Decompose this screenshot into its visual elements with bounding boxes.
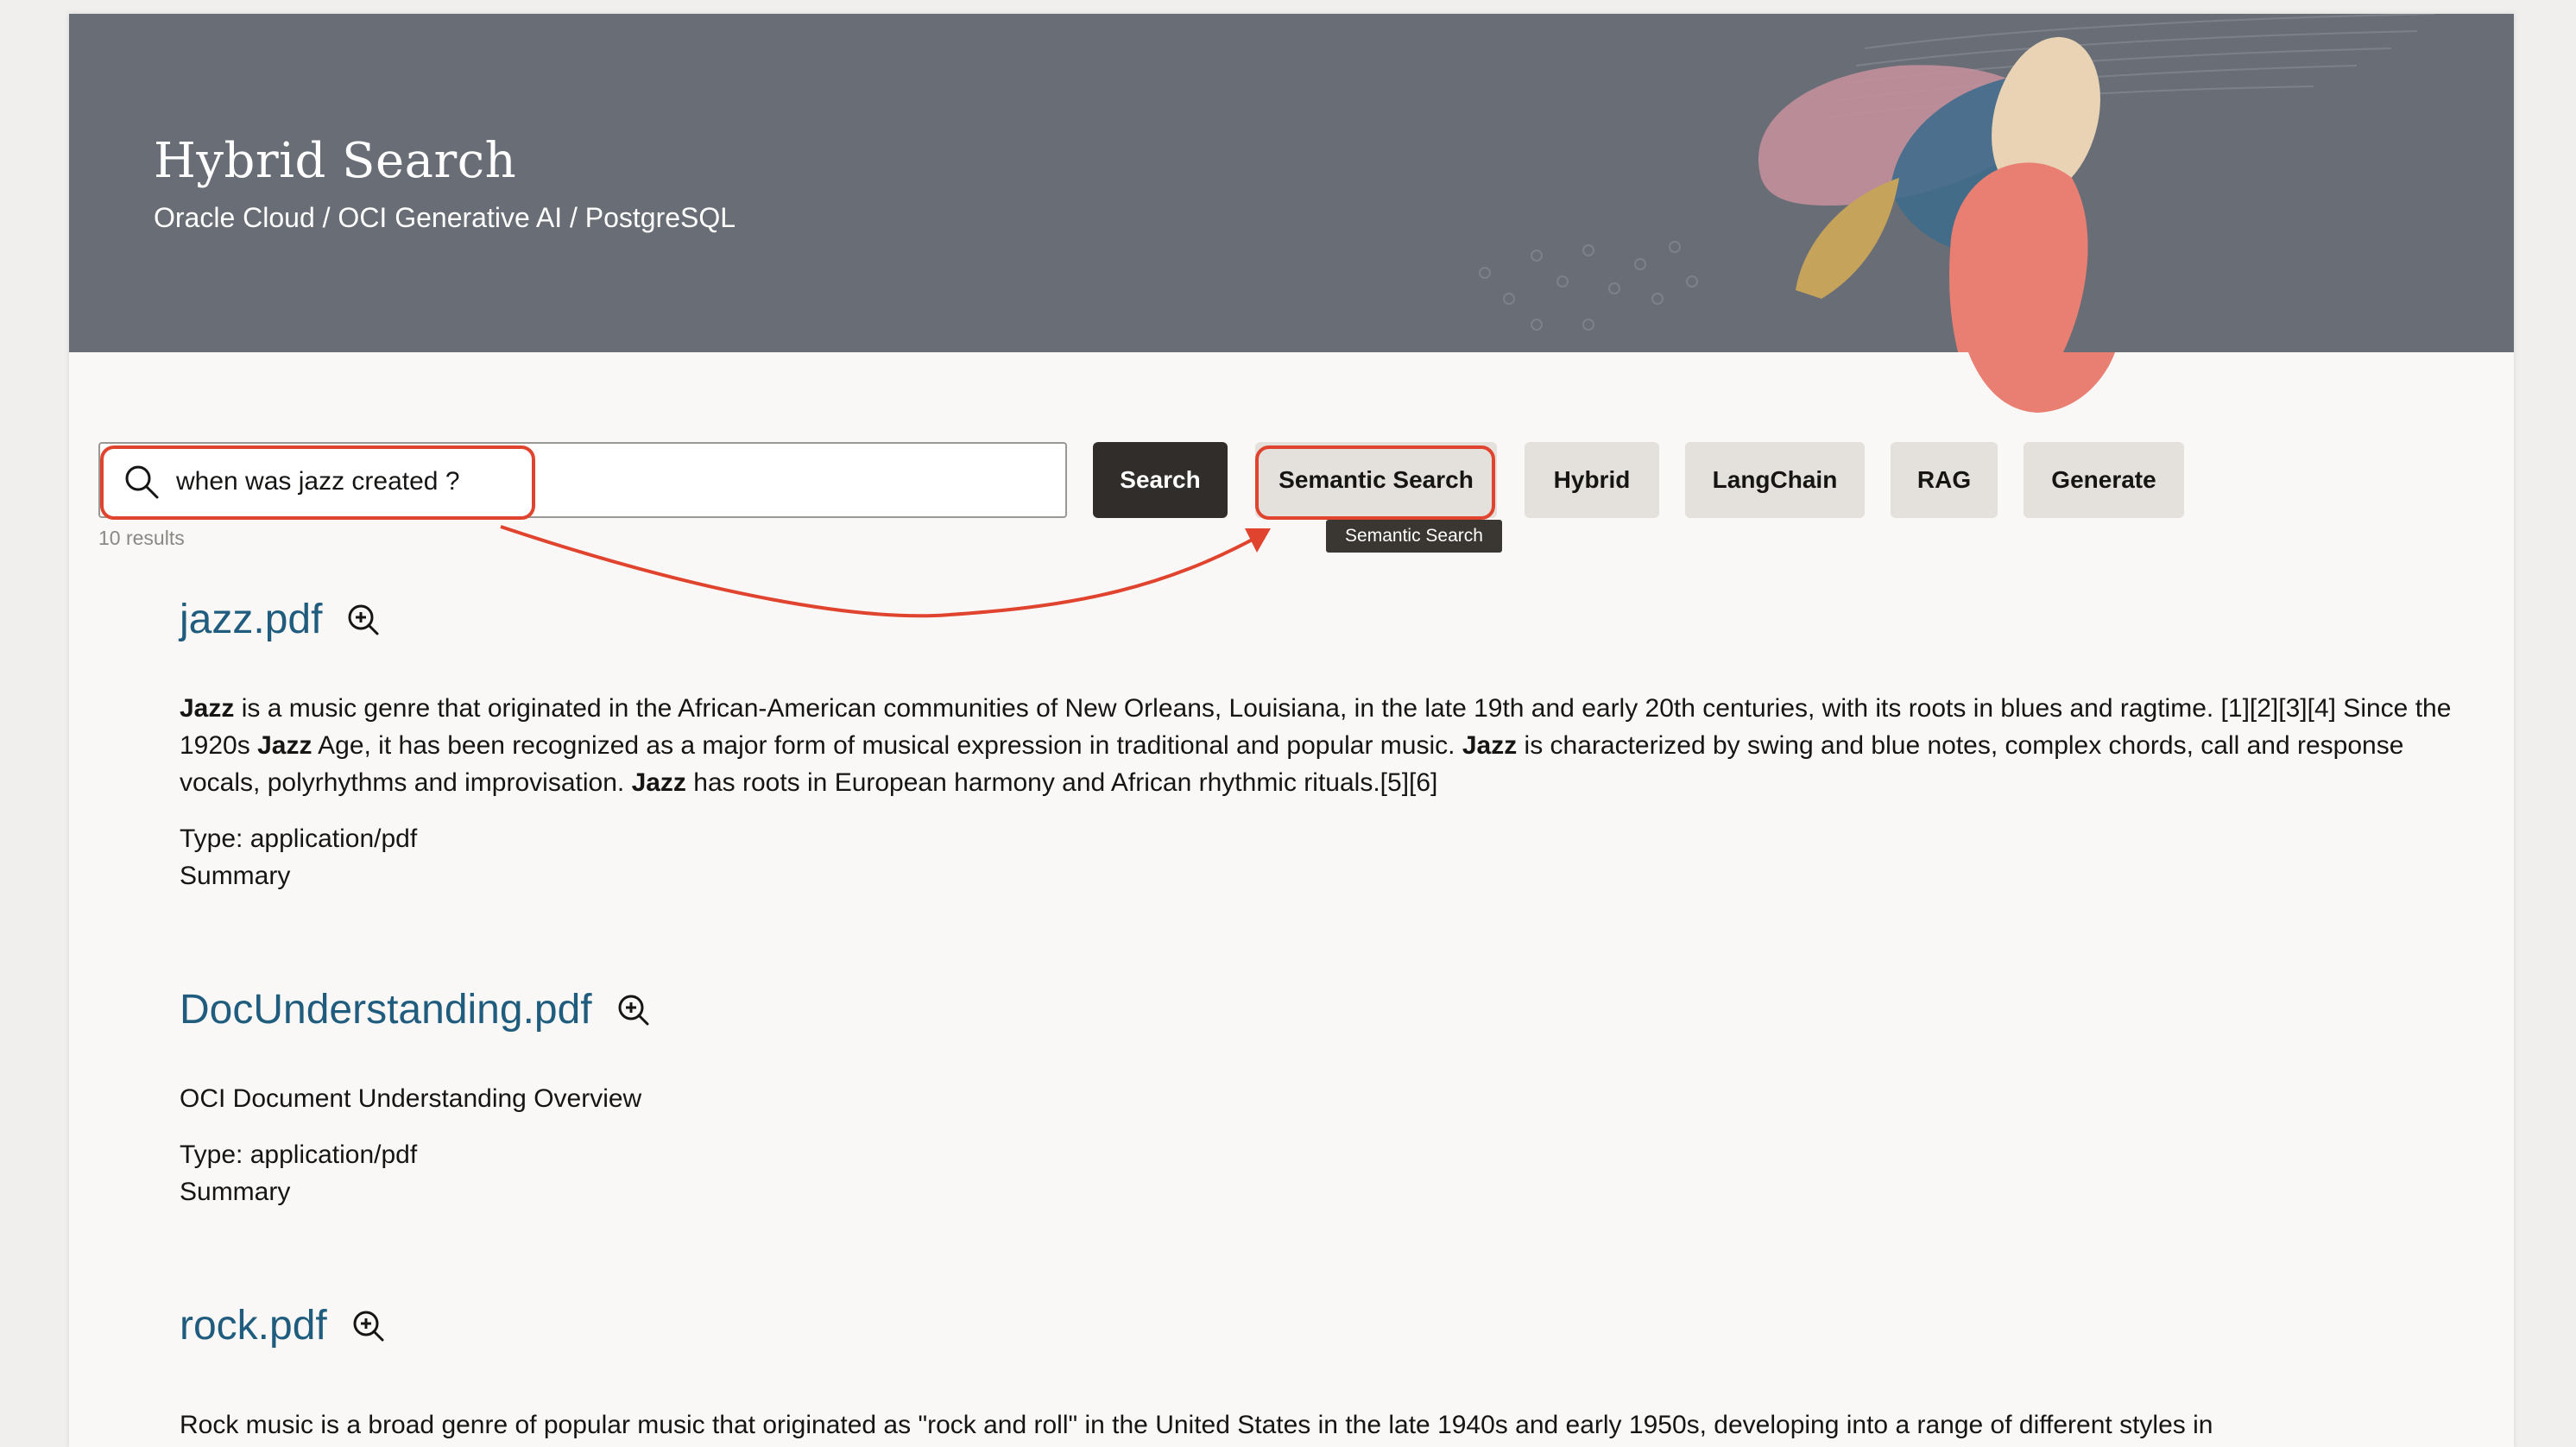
result-item: DocUnderstanding.pdf OCI Document Unders… [180,986,2459,1210]
header-banner: Hybrid Search Oracle Cloud / OCI Generat… [69,14,2514,352]
result-type: Type: application/pdf [180,825,418,853]
result-snippet: Jazz is a music genre that originated in… [180,694,2452,797]
result-meta: Type: application/pdf Summary [180,820,2459,894]
result-summary: Summary [180,1178,291,1206]
zoom-in-icon[interactable] [351,1309,386,1343]
semantic-search-tooltip: Semantic Search [1326,520,1502,553]
search-input[interactable] [176,458,1039,506]
langchain-button[interactable]: LangChain [1685,442,1865,518]
page-subtitle: Oracle Cloud / OCI Generative AI / Postg… [154,202,736,233]
result-title-link[interactable]: jazz.pdf [180,596,322,643]
semantic-search-button[interactable]: Semantic Search [1255,442,1497,518]
search-box[interactable] [98,442,1067,518]
results-count: 10 results [98,527,185,549]
rag-button[interactable]: RAG [1891,442,1998,518]
zoom-in-icon[interactable] [616,993,651,1027]
result-snippet: OCI Document Understanding Overview [180,1084,642,1113]
zoom-in-icon[interactable] [346,603,381,637]
result-snippet: Rock music is a broad genre of popular m… [180,1411,2213,1439]
search-icon [125,465,159,499]
result-item: jazz.pdf Jazz is a music genre that orig… [180,596,2459,894]
result-summary: Summary [180,862,291,890]
result-type: Type: application/pdf [180,1141,418,1169]
result-title-link[interactable]: rock.pdf [180,1302,327,1349]
result-title-link[interactable]: DocUnderstanding.pdf [180,986,592,1033]
generate-button[interactable]: Generate [2024,442,2184,518]
result-item: rock.pdf Rock music is a broad genre of … [180,1302,2459,1444]
page-title: Hybrid Search [154,133,517,189]
hybrid-button[interactable]: Hybrid [1525,442,1659,518]
result-meta: Type: application/pdf Summary [180,1136,2459,1210]
search-button[interactable]: Search [1093,442,1228,518]
